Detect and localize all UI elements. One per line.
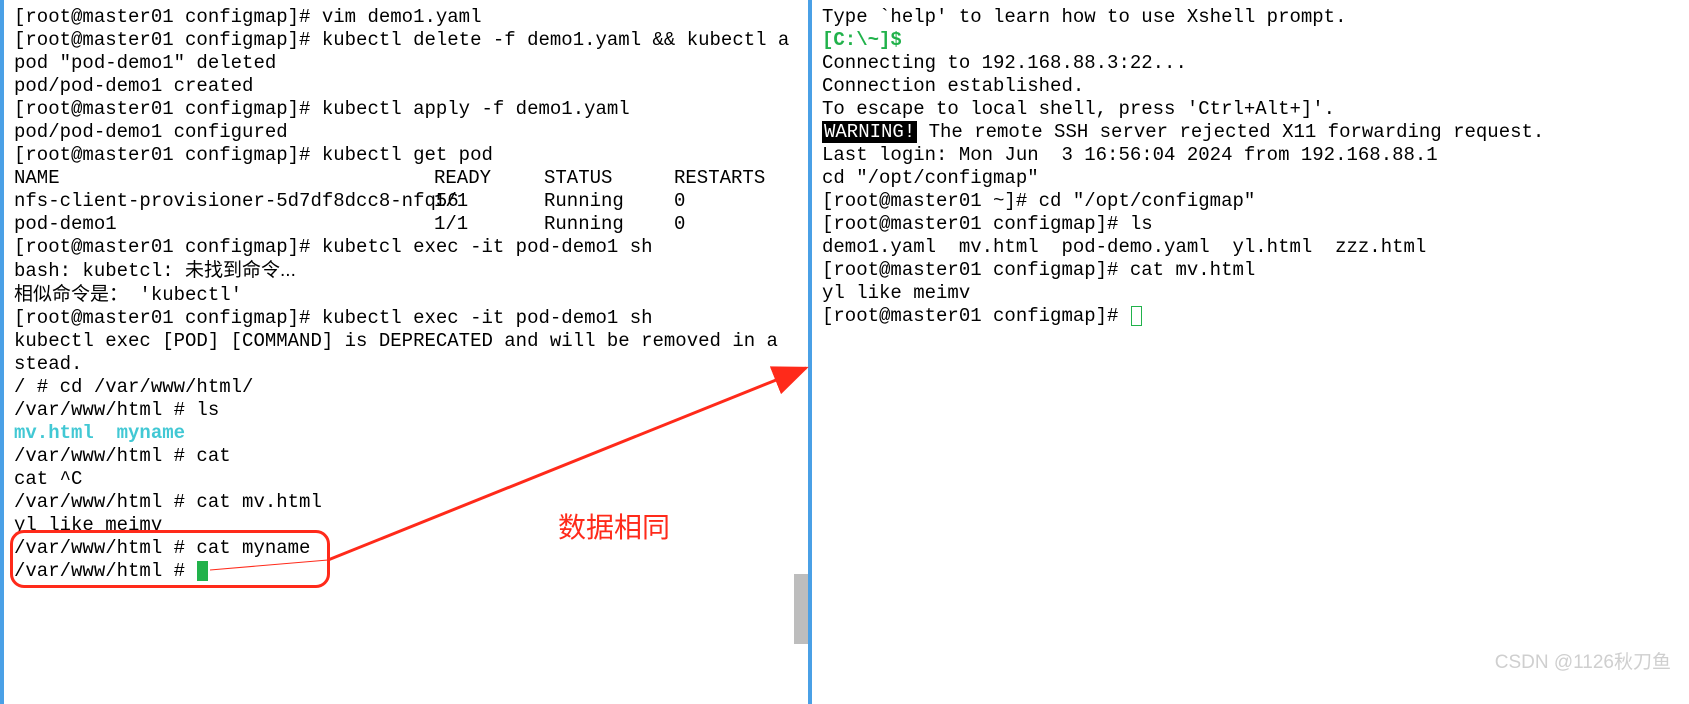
- output: Connecting to 192.168.88.3:22...: [822, 52, 1679, 75]
- table-header: NAMEREADYSTATUSRESTARTS: [14, 167, 780, 190]
- cmd: [root@master01 configmap]# kubectl delet…: [14, 29, 780, 52]
- output: Connection established.: [822, 75, 1679, 98]
- warning-badge: WARNING!: [822, 121, 917, 143]
- output: Last login: Mon Jun 3 16:56:04 2024 from…: [822, 144, 1679, 167]
- cmd: / # cd /var/www/html/: [14, 376, 780, 399]
- table-row: pod-demo11/1Running0: [14, 213, 780, 236]
- terminal-right[interactable]: Type `help' to learn how to use Xshell p…: [808, 0, 1689, 704]
- output: Type `help' to learn how to use Xshell p…: [822, 6, 1679, 29]
- output: pod/pod-demo1 configured: [14, 121, 780, 144]
- terminal-left[interactable]: [root@master01 configmap]# vim demo1.yam…: [0, 0, 790, 704]
- output: cat ^C: [14, 468, 780, 491]
- output: pod/pod-demo1 created: [14, 75, 780, 98]
- cursor-icon: [197, 561, 208, 581]
- output: bash: kubetcl: 未找到命令...: [14, 259, 780, 283]
- cmd: [root@master01 configmap]# kubectl exec …: [14, 307, 780, 330]
- output: pod "pod-demo1" deleted: [14, 52, 780, 75]
- scrollbar-thumb[interactable]: [794, 574, 808, 644]
- cmd: /var/www/html # ls: [14, 399, 780, 422]
- output: To escape to local shell, press 'Ctrl+Al…: [822, 98, 1679, 121]
- cmd: [root@master01 configmap]# kubetcl exec …: [14, 236, 780, 259]
- cmd: /var/www/html # cat: [14, 445, 780, 468]
- cmd: [root@master01 configmap]# ls: [822, 213, 1679, 236]
- cmd: [root@master01 ~]# cd "/opt/configmap": [822, 190, 1679, 213]
- output: kubectl exec [POD] [COMMAND] is DEPRECAT…: [14, 330, 780, 353]
- output: mv.html myname: [14, 422, 780, 445]
- cmd: /var/www/html # cat mv.html: [14, 491, 780, 514]
- output: 相似命令是： 'kubectl': [14, 283, 780, 307]
- output: demo1.yaml mv.html pod-demo.yaml yl.html…: [822, 236, 1679, 259]
- cmd: [root@master01 configmap]# kubectl apply…: [14, 98, 780, 121]
- cursor-icon: [1131, 306, 1142, 326]
- output: yl like meimv: [822, 282, 1679, 305]
- output: WARNING! The remote SSH server rejected …: [822, 121, 1679, 144]
- prompt[interactable]: [root@master01 configmap]#: [822, 305, 1679, 328]
- cmd: [root@master01 configmap]# kubectl get p…: [14, 144, 780, 167]
- table-row: nfs-client-provisioner-5d7df8dcc8-nfq561…: [14, 190, 780, 213]
- cmd: [root@master01 configmap]# cat mv.html: [822, 259, 1679, 282]
- prompt: [C:\~]$: [822, 29, 1679, 52]
- pane-divider[interactable]: [790, 0, 808, 704]
- output: stead.: [14, 353, 780, 376]
- output: yl like meimv: [14, 514, 780, 537]
- output: cd "/opt/configmap": [822, 167, 1679, 190]
- prompt[interactable]: /var/www/html #: [14, 560, 780, 583]
- cmd: /var/www/html # cat myname: [14, 537, 780, 560]
- cmd: [root@master01 configmap]# vim demo1.yam…: [14, 6, 780, 29]
